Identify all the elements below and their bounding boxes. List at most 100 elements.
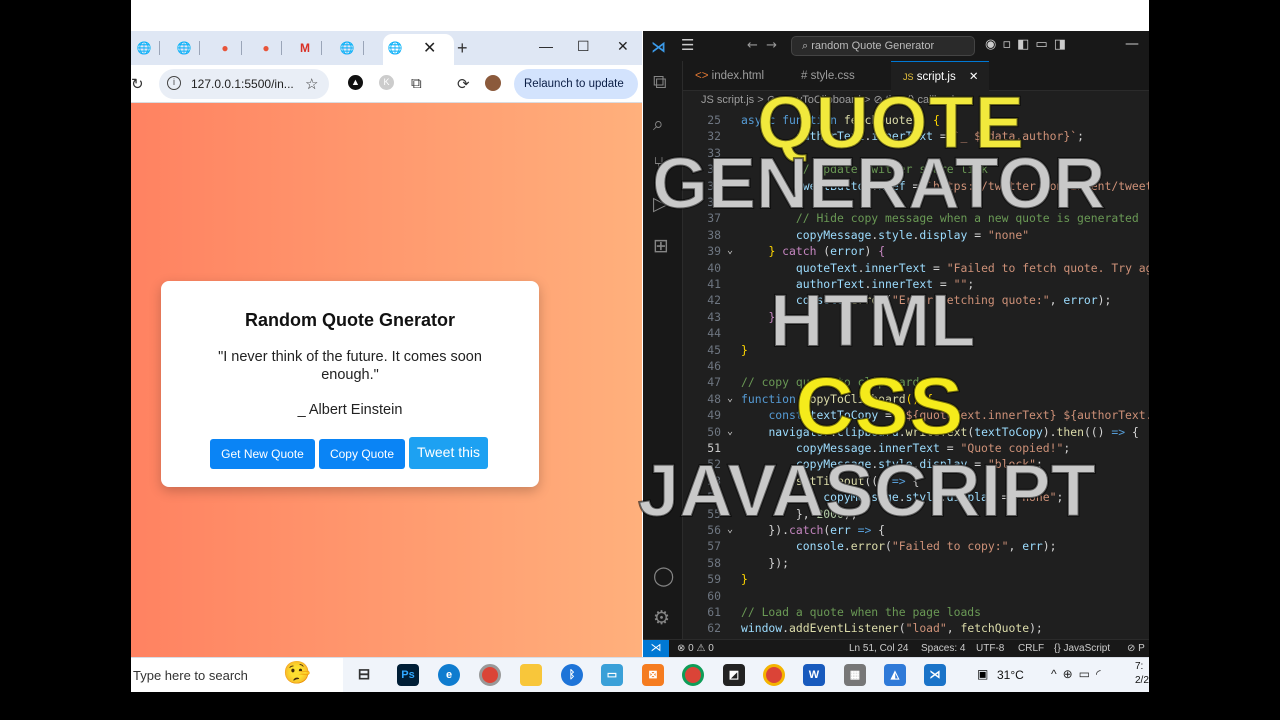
chrome-icon[interactable] xyxy=(682,664,704,686)
overlay-title-javascript: JAVASCRIPT xyxy=(637,448,1097,533)
new-tab-icon[interactable]: + xyxy=(457,38,468,59)
new-quote-button[interactable]: Get New Quote xyxy=(210,439,315,469)
clock-date: 2/2 xyxy=(1135,675,1149,686)
xampp-icon[interactable]: ⊠ xyxy=(642,664,664,686)
word-icon[interactable]: W xyxy=(803,664,825,686)
menu-icon[interactable]: ☰ xyxy=(681,36,694,54)
extension-icon[interactable]: ▲ xyxy=(348,75,363,90)
line-number: 59 xyxy=(707,572,721,586)
edge-icon[interactable]: e xyxy=(438,664,460,686)
extensions-icon[interactable]: ⊞ xyxy=(653,235,669,257)
cursor-position[interactable]: Ln 51, Col 24 xyxy=(849,643,909,654)
reload-icon[interactable]: ↻ xyxy=(131,75,144,93)
browser-tab-strip: 🌐 🌐 ● ● M 🌐 🌐 ✕ + — ☐ ✕ xyxy=(131,31,642,65)
close-window-icon[interactable]: ✕ xyxy=(617,38,629,55)
bluetooth-icon[interactable]: ᛒ xyxy=(561,664,583,686)
code-line: quoteText.innerText = "Failed to fetch q… xyxy=(795,261,1149,275)
globe-icon[interactable]: 🌐 xyxy=(136,40,152,56)
gmail-icon[interactable]: M xyxy=(297,40,313,56)
chevron-down-icon[interactable]: ⌄ xyxy=(727,393,733,404)
code-line: console.error("Failed to copy:", err); xyxy=(795,539,1057,553)
problems-count[interactable]: ⊗ 0 ⚠ 0 xyxy=(677,643,714,654)
notifications-icon[interactable]: ⊘ P xyxy=(1127,643,1145,654)
line-number: 45 xyxy=(707,343,721,357)
code-line: } catch (error) { xyxy=(768,244,886,258)
minimize-icon[interactable]: — xyxy=(1125,36,1139,52)
sticky-notes-icon[interactable]: ◩ xyxy=(723,664,745,686)
line-number: 25 xyxy=(707,113,721,127)
globe-icon[interactable]: 🌐 xyxy=(339,40,355,56)
file-explorer-icon[interactable] xyxy=(520,664,542,686)
code-line: window.addEventListener("load", fetchQuo… xyxy=(741,621,1043,635)
temperature[interactable]: 31°C xyxy=(997,668,1024,682)
explorer-icon[interactable]: ⧉ xyxy=(653,71,667,93)
shell-icon[interactable]: ● xyxy=(217,40,233,56)
photos-icon[interactable]: ◭ xyxy=(884,664,906,686)
code-line: // Load a quote when the page loads xyxy=(741,605,982,619)
taskbar: Type here to search 🤥 ⊟ Ps e ᛒ ▭ ⊠ ◩ W ▦… xyxy=(131,657,1149,693)
maximize-icon[interactable]: ☐ xyxy=(577,38,590,55)
tab-separator xyxy=(241,41,242,55)
chevron-down-icon[interactable]: ⌄ xyxy=(727,426,733,437)
status-bar: ⋊ ⊗ 0 ⚠ 0 Ln 51, Col 24 Spaces: 4 UTF-8 … xyxy=(643,639,1149,657)
profile-k-icon[interactable]: K xyxy=(379,75,394,90)
close-tab-icon[interactable]: ✕ xyxy=(423,38,436,58)
account-icon[interactable]: ◯ xyxy=(653,565,674,587)
system-tray-icons[interactable]: ^⊕▭◜ xyxy=(1051,667,1107,681)
globe-icon: 🌐 xyxy=(387,41,403,55)
command-search[interactable]: ⌕ random Quote Generator xyxy=(791,36,975,56)
globe-icon[interactable]: 🌐 xyxy=(176,40,192,56)
line-number: 41 xyxy=(707,277,721,291)
indent-setting[interactable]: Spaces: 4 xyxy=(921,643,965,654)
search-input[interactable]: Type here to search 🤥 xyxy=(131,658,343,693)
chrome-icon[interactable] xyxy=(479,664,501,686)
task-view-icon[interactable]: ⊟ xyxy=(353,664,375,686)
encoding[interactable]: UTF-8 xyxy=(976,643,1004,654)
chrome-icon[interactable] xyxy=(763,664,785,686)
sync-icon[interactable]: ⟳ xyxy=(457,75,470,93)
screen: 🌐 🌐 ● ● M 🌐 🌐 ✕ + — ☐ ✕ ↻ i 127.0.0.1:55… xyxy=(0,0,1280,720)
tab-separator xyxy=(321,41,322,55)
tab-index-html[interactable]: <> index.html xyxy=(695,61,764,91)
calculator-icon[interactable]: ▦ xyxy=(844,664,866,686)
gear-icon[interactable]: ⚙ xyxy=(653,607,670,629)
chevron-down-icon[interactable]: ⌄ xyxy=(727,245,733,256)
line-number: 42 xyxy=(707,293,721,307)
overlay-title-generator: GENERATOR xyxy=(651,143,1106,225)
page-viewport: Random Quote Gnerator "I never think of … xyxy=(131,103,642,657)
weather-icon[interactable]: ▣ xyxy=(977,667,988,681)
shell-icon[interactable]: ● xyxy=(258,40,274,56)
bottom-bar xyxy=(131,692,1149,720)
overlay-title-css: CSS xyxy=(794,360,965,453)
tweet-button[interactable]: Tweet this xyxy=(409,437,488,469)
avatar[interactable] xyxy=(485,75,501,91)
quote-text: "I never think of the future. It comes s… xyxy=(218,349,482,383)
vscode-icon[interactable]: ⋊ xyxy=(924,664,946,686)
info-icon[interactable]: i xyxy=(167,76,181,90)
language-mode[interactable]: {} JavaScript xyxy=(1054,643,1110,654)
tab-separator xyxy=(159,41,160,55)
line-ending[interactable]: CRLF xyxy=(1018,643,1044,654)
relaunch-button[interactable]: Relaunch to update ⋮ xyxy=(514,69,638,120)
line-number: 62 xyxy=(707,621,721,635)
copy-quote-button[interactable]: Copy Quote xyxy=(319,439,405,469)
display-icon[interactable]: ▭ xyxy=(601,664,623,686)
puzzle-icon[interactable]: ⧉ xyxy=(411,75,422,92)
tab-active[interactable]: 🌐 xyxy=(383,34,454,65)
line-number: 57 xyxy=(707,539,721,553)
search-icon[interactable]: ⌕ xyxy=(653,113,664,135)
clock[interactable]: 7: 2/2 xyxy=(1135,660,1149,688)
address-bar[interactable]: i 127.0.0.1:5500/in... xyxy=(159,69,329,99)
overlay-title-html: HTML xyxy=(769,278,976,363)
remote-icon[interactable]: ⋊ xyxy=(643,640,669,657)
url-text: 127.0.0.1:5500/in... xyxy=(191,77,294,91)
minimize-icon[interactable]: — xyxy=(539,38,553,54)
tab-separator xyxy=(281,41,282,55)
star-icon[interactable]: ☆ xyxy=(305,75,318,93)
layout-icons[interactable]: ◉▫◧▭◨ xyxy=(985,37,1072,52)
line-number: 48 xyxy=(707,392,721,406)
nav-arrows-icon[interactable]: ← → xyxy=(747,38,777,53)
photoshop-icon[interactable]: Ps xyxy=(397,664,419,686)
tab-separator xyxy=(199,41,200,55)
vscode-logo-icon: ⋊ xyxy=(651,38,666,56)
